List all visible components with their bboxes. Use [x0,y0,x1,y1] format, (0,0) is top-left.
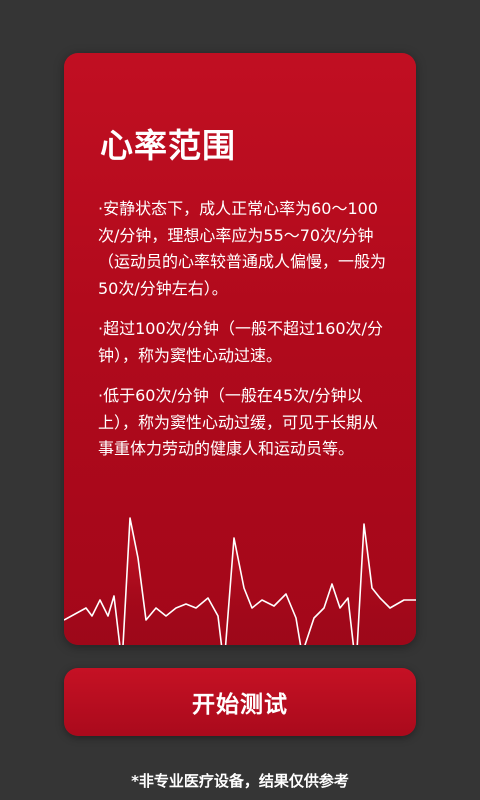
start-test-button[interactable]: 开始测试 [64,668,416,736]
info-paragraph-tachycardia: ·超过100次/分钟（一般不超过160次/分钟），称为窦性心动过速。 [98,319,383,365]
screen: 心率范围 ·安静状态下，成人正常心率为60～100次/分钟，理想心率应为55～7… [0,0,480,800]
info-paragraph-bradycardia: ·低于60次/分钟（一般在45次/分钟以上），称为窦性心动过缓，可见于长期从事重… [98,386,379,458]
info-paragraph-normal: ·安静状态下，成人正常心率为60～100次/分钟，理想心率应为55～70次/分钟… [98,199,387,298]
disclaimer-text: *非专业医疗设备，结果仅供参考 [131,772,349,790]
card-title: 心率范围 [100,126,236,165]
heart-rate-info-card: 心率范围 ·安静状态下，成人正常心率为60～100次/分钟，理想心率应为55～7… [64,53,416,645]
info-paragraphs: ·安静状态下，成人正常心率为60～100次/分钟，理想心率应为55～70次/分钟… [98,196,390,477]
ecg-wave-graphic [64,517,416,645]
